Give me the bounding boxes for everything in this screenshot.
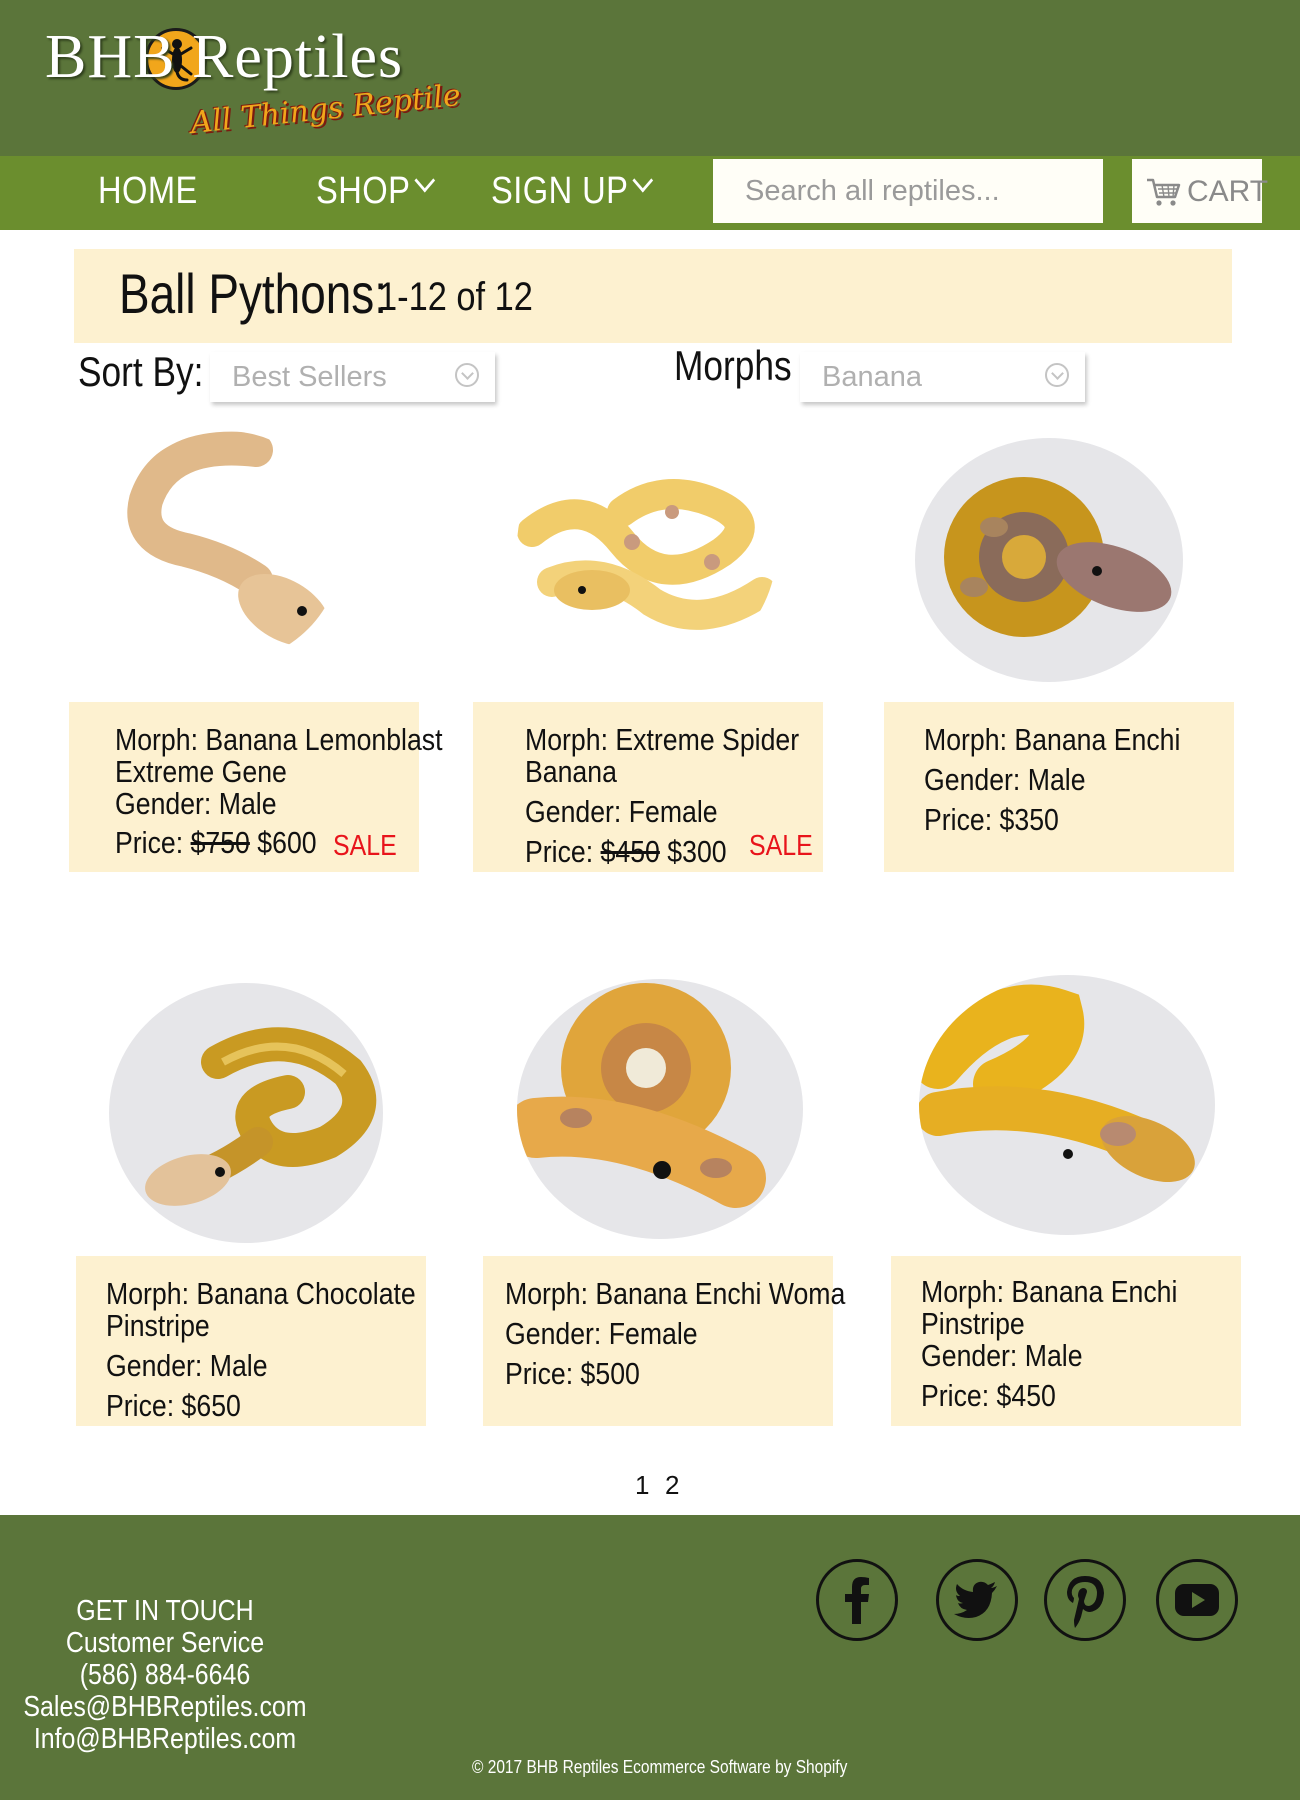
sale-badge: SALE — [333, 830, 397, 862]
product-gender: Gender: Female — [525, 794, 718, 829]
page-title: Ball Pythons: — [119, 262, 388, 325]
morphs-select-value: Banana — [822, 361, 922, 393]
site-footer: GET IN TOUCH Customer Service (586) 884-… — [0, 1515, 1300, 1800]
product-price: Price: $450 — [921, 1378, 1056, 1413]
product-morph: Morph: Banana Enchi — [924, 722, 1181, 757]
product-photo[interactable] — [914, 437, 1184, 683]
sort-label: Sort By: — [78, 348, 204, 395]
product-morph: Morph: Banana Enchi Woma — [505, 1276, 846, 1311]
contact-heading: GET IN TOUCH — [76, 1595, 254, 1627]
site-header: BHB Reptiles All Things Reptile — [0, 0, 1300, 156]
product-price: Price: $750 $600 — [115, 825, 317, 860]
nav-sign-up[interactable]: SIGN UP — [491, 168, 653, 213]
product-price: Price: $650 — [106, 1388, 241, 1423]
product-card[interactable]: Morph: Banana Chocolate Pinstripe Gender… — [76, 1256, 426, 1426]
contact-info-email[interactable]: Info@BHBReptiles.com — [23, 1723, 307, 1755]
product-gender: Gender: Female — [505, 1316, 698, 1351]
original-price: $450 — [600, 834, 660, 869]
product-morph-cont: Extreme Gene — [115, 754, 287, 789]
sale-price: $600 — [257, 825, 317, 860]
product-gender: Gender: Male — [106, 1348, 268, 1383]
contact-sales-email[interactable]: Sales@BHBReptiles.com — [23, 1691, 307, 1723]
site-logo[interactable]: BHB Reptiles All Things Reptile — [45, 22, 462, 142]
product-photo[interactable] — [108, 982, 384, 1244]
sale-price: $300 — [667, 834, 727, 869]
contact-block: GET IN TOUCH Customer Service (586) 884-… — [0, 1595, 330, 1755]
product-card[interactable]: Morph: Banana Enchi Pinstripe Gender: Ma… — [891, 1256, 1241, 1426]
product-photo[interactable] — [106, 430, 346, 665]
product-morph: Morph: Extreme Spider — [525, 722, 800, 757]
product-photo[interactable] — [512, 442, 782, 662]
product-price: Price: $500 — [505, 1356, 640, 1391]
product-morph: Morph: Banana Chocolate — [106, 1276, 416, 1311]
product-gender: Gender: Male — [115, 786, 277, 821]
product-price: Price: $450 $300 — [525, 834, 727, 869]
chevron-down-icon — [632, 168, 653, 193]
product-card[interactable]: Morph: Banana Enchi Woma Gender: Female … — [483, 1256, 845, 1426]
product-morph: Morph: Banana Lemonblast — [115, 722, 443, 757]
pinterest-icon[interactable] — [1044, 1559, 1126, 1641]
sort-select[interactable]: Best Sellers — [210, 352, 495, 402]
product-photo[interactable] — [516, 978, 804, 1240]
product-photo[interactable] — [918, 974, 1216, 1236]
product-gender: Gender: Male — [921, 1338, 1083, 1373]
morphs-label: Morphs — [674, 342, 792, 389]
logo-wordmark: BHB Reptiles — [45, 23, 404, 91]
youtube-icon[interactable] — [1156, 1559, 1238, 1641]
twitter-icon[interactable] — [936, 1559, 1018, 1641]
product-card[interactable]: Morph: Extreme Spider Banana Gender: Fem… — [473, 702, 823, 872]
contact-customer-service: Customer Service — [65, 1627, 265, 1659]
product-card[interactable]: Morph: Banana Enchi Gender: Male Price: … — [884, 702, 1234, 872]
chevron-down-icon — [414, 168, 435, 193]
main-nav: HOME SHOP SIGN UP — [0, 156, 1300, 230]
product-morph-cont: Pinstripe — [921, 1306, 1025, 1341]
sort-select-value: Best Sellers — [232, 361, 387, 393]
product-morph-cont: Banana — [525, 754, 617, 789]
sale-badge: SALE — [749, 830, 813, 862]
product-gender: Gender: Male — [924, 762, 1086, 797]
search-input[interactable] — [713, 159, 1103, 223]
facebook-icon[interactable] — [816, 1559, 898, 1641]
product-morph: Morph: Banana Enchi — [921, 1274, 1178, 1309]
page-link-2[interactable]: 2 — [665, 1470, 679, 1501]
nav-shop[interactable]: SHOP — [316, 168, 435, 213]
cart-icon — [1147, 178, 1181, 206]
morphs-select[interactable]: Banana — [800, 352, 1085, 402]
product-card[interactable]: Morph: Banana Lemonblast Extreme Gene Ge… — [69, 702, 443, 872]
collection-title-band: Ball Pythons: 1-12 of 12 — [74, 249, 1232, 343]
page-link-1[interactable]: 1 — [635, 1470, 649, 1501]
copyright: © 2017 BHB Reptiles Ecommerce Software b… — [472, 1757, 848, 1777]
original-price: $750 — [190, 825, 250, 860]
product-price: Price: $350 — [924, 802, 1059, 837]
cart-label: CART — [1187, 175, 1269, 208]
chevron-down-icon — [1045, 363, 1069, 387]
nav-home[interactable]: HOME — [98, 170, 198, 213]
cart-button[interactable]: CART — [1132, 159, 1268, 223]
result-count: 1-12 of 12 — [378, 275, 533, 319]
product-morph-cont: Pinstripe — [106, 1308, 210, 1343]
contact-phone[interactable]: (586) 884-6646 — [23, 1659, 307, 1691]
chevron-down-icon — [455, 363, 479, 387]
